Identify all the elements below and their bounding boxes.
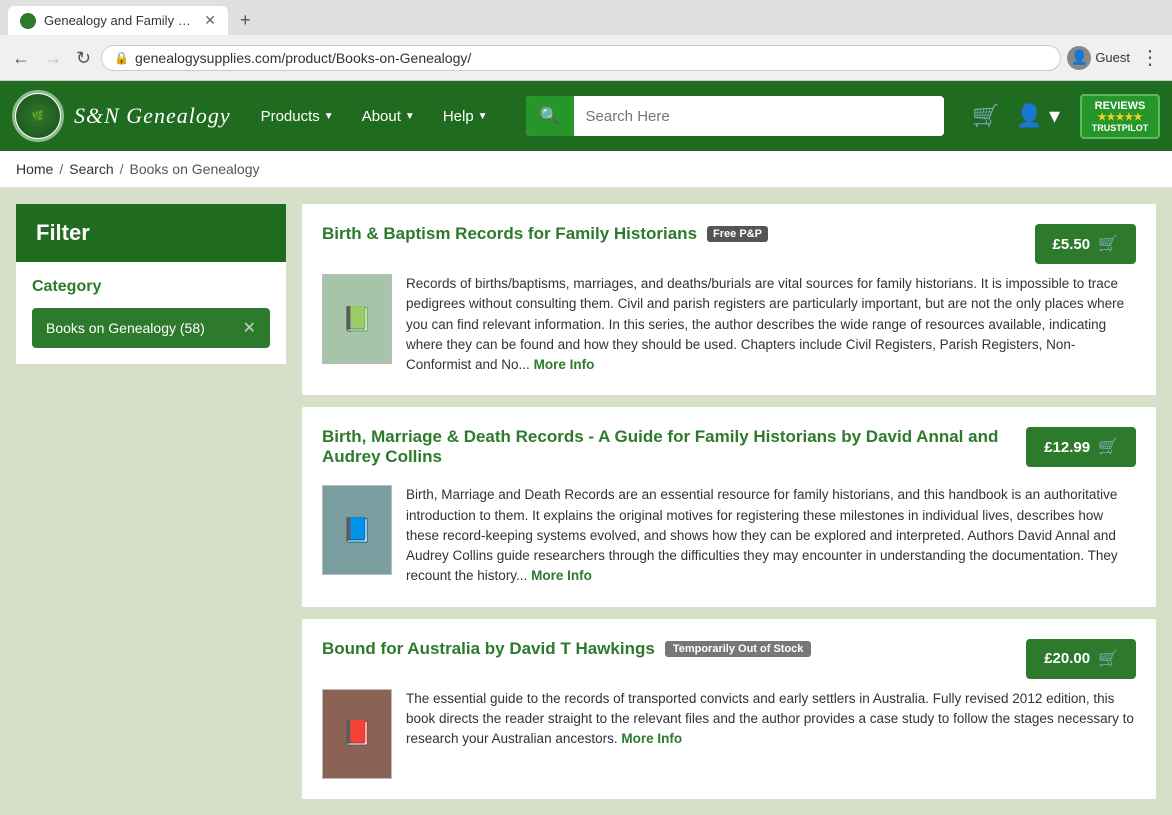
reviews-stars: ★★★★★ [1090,112,1150,123]
guest-avatar: 👤 [1067,46,1091,70]
product-2-more-info[interactable]: More Info [531,568,592,583]
search-input[interactable] [574,98,945,135]
main-content: Filter Category Books on Genealogy (58) … [0,188,1172,815]
product-3-badge: Temporarily Out of Stock [665,641,812,657]
product-title: Birth & Baptism Records for Family Histo… [322,224,768,244]
product-header-row: Birth & Baptism Records for Family Histo… [322,224,1136,264]
sidebar: Filter Category Books on Genealogy (58) … [16,204,286,799]
category-tag[interactable]: Books on Genealogy (58) ✕ [32,308,270,348]
breadcrumb-search[interactable]: Search [69,161,113,177]
product-2-image: 📘 [322,485,392,575]
product-1-description: Records of births/baptisms, marriages, a… [406,274,1136,375]
product-card: Birth, Marriage & Death Records - A Guid… [302,407,1156,606]
lock-icon: 🔒 [114,51,129,65]
product-1-image: 📗 [322,274,392,364]
category-label: Category [32,278,270,296]
cart-2-icon: 🛒 [1098,437,1118,457]
product-title: Birth, Marriage & Death Records - A Guid… [322,427,1026,467]
browser-menu-icon[interactable]: ⋮ [1136,41,1164,74]
add-to-cart-1-button[interactable]: £5.50 🛒 [1035,224,1136,264]
filter-label: Filter [36,220,90,245]
product-1-price: £5.50 [1053,236,1091,253]
remove-category-icon[interactable]: ✕ [243,318,256,338]
breadcrumb-home[interactable]: Home [16,161,53,177]
cart-3-icon: 🛒 [1098,649,1118,669]
breadcrumb-sep-2: / [120,161,124,177]
site-header: 🌿 S&N Genealogy Products ▼ About ▼ Help … [0,81,1172,151]
product-3-image: 📕 [322,689,392,779]
address-bar[interactable]: 🔒 [101,45,1061,71]
product-header-row: Bound for Australia by David T Hawkings … [322,639,1136,679]
close-tab-icon[interactable]: ✕ [204,12,216,29]
add-to-cart-2-button[interactable]: £12.99 🛒 [1026,427,1136,467]
guest-button[interactable]: 👤 Guest [1067,46,1130,70]
product-2-price: £12.99 [1044,439,1090,456]
site-name: S&N Genealogy [74,103,231,129]
product-card: Birth & Baptism Records for Family Histo… [302,204,1156,395]
product-card: Bound for Australia by David T Hawkings … [302,619,1156,799]
breadcrumb: Home / Search / Books on Genealogy [0,151,1172,188]
product-title: Bound for Australia by David T Hawkings … [322,639,811,659]
new-tab-button[interactable]: + [232,6,259,35]
breadcrumb-current: Books on Genealogy [130,161,260,177]
product-3-price: £20.00 [1044,650,1090,667]
tab-favicon [20,13,36,29]
url-input[interactable] [135,50,1048,66]
product-2-description: Birth, Marriage and Death Records are an… [406,485,1136,586]
filter-header: Filter [16,204,286,262]
cart-1-icon: 🛒 [1098,234,1118,254]
reviews-sub: TRUSTPILOT [1090,123,1150,133]
products-list: Birth & Baptism Records for Family Histo… [302,204,1156,799]
product-2-title: Birth, Marriage & Death Records - A Guid… [322,427,1026,467]
reviews-badge[interactable]: REVIEWS ★★★★★ TRUSTPILOT [1080,94,1160,139]
product-1-body: 📗 Records of births/baptisms, marriages,… [322,274,1136,375]
category-tag-label: Books on Genealogy (58) [46,320,205,336]
add-to-cart-3-button[interactable]: £20.00 🛒 [1026,639,1136,679]
help-dropdown-arrow: ▼ [478,111,488,122]
account-icon[interactable]: 👤 ▾ [1011,99,1064,133]
nav-help[interactable]: Help ▼ [429,81,502,151]
nav-products[interactable]: Products ▼ [247,81,348,151]
products-dropdown-arrow: ▼ [324,111,334,122]
header-icons: 🛒 👤 ▾ [968,99,1064,133]
browser-tabs: Genealogy and Family History P... ✕ + [0,0,1172,35]
product-header-row: Birth, Marriage & Death Records - A Guid… [322,427,1136,475]
product-2-body: 📘 Birth, Marriage and Death Records are … [322,485,1136,586]
logo-inner: 🌿 [16,94,60,138]
product-1-more-info[interactable]: More Info [534,357,595,372]
about-dropdown-arrow: ▼ [405,111,415,122]
product-3-description: The essential guide to the records of tr… [406,689,1136,750]
product-3-body: 📕 The essential guide to the records of … [322,689,1136,779]
product-3-title: Bound for Australia by David T Hawkings [322,639,655,659]
cart-icon[interactable]: 🛒 [968,99,1003,133]
product-3-more-info[interactable]: More Info [621,731,682,746]
filter-body: Category Books on Genealogy (58) ✕ [16,262,286,364]
main-nav: Products ▼ About ▼ Help ▼ [247,81,502,151]
product-1-title: Birth & Baptism Records for Family Histo… [322,224,697,244]
browser-chrome: Genealogy and Family History P... ✕ + ← … [0,0,1172,81]
tab-title: Genealogy and Family History P... [44,13,196,28]
search-form[interactable]: 🔍 [526,96,944,136]
site-logo[interactable]: 🌿 S&N Genealogy [12,90,231,142]
guest-label: Guest [1095,50,1130,65]
active-tab[interactable]: Genealogy and Family History P... ✕ [8,6,228,35]
forward-button[interactable]: → [40,45,66,71]
search-submit-button[interactable]: 🔍 [526,96,574,136]
browser-toolbar: ← → ↻ 🔒 👤 Guest ⋮ [0,35,1172,80]
logo-circle: 🌿 [12,90,64,142]
refresh-button[interactable]: ↻ [72,45,95,71]
back-button[interactable]: ← [8,45,34,71]
nav-about[interactable]: About ▼ [348,81,429,151]
product-1-badge: Free P&P [707,226,768,242]
reviews-label: REVIEWS [1090,100,1150,112]
breadcrumb-sep-1: / [59,161,63,177]
